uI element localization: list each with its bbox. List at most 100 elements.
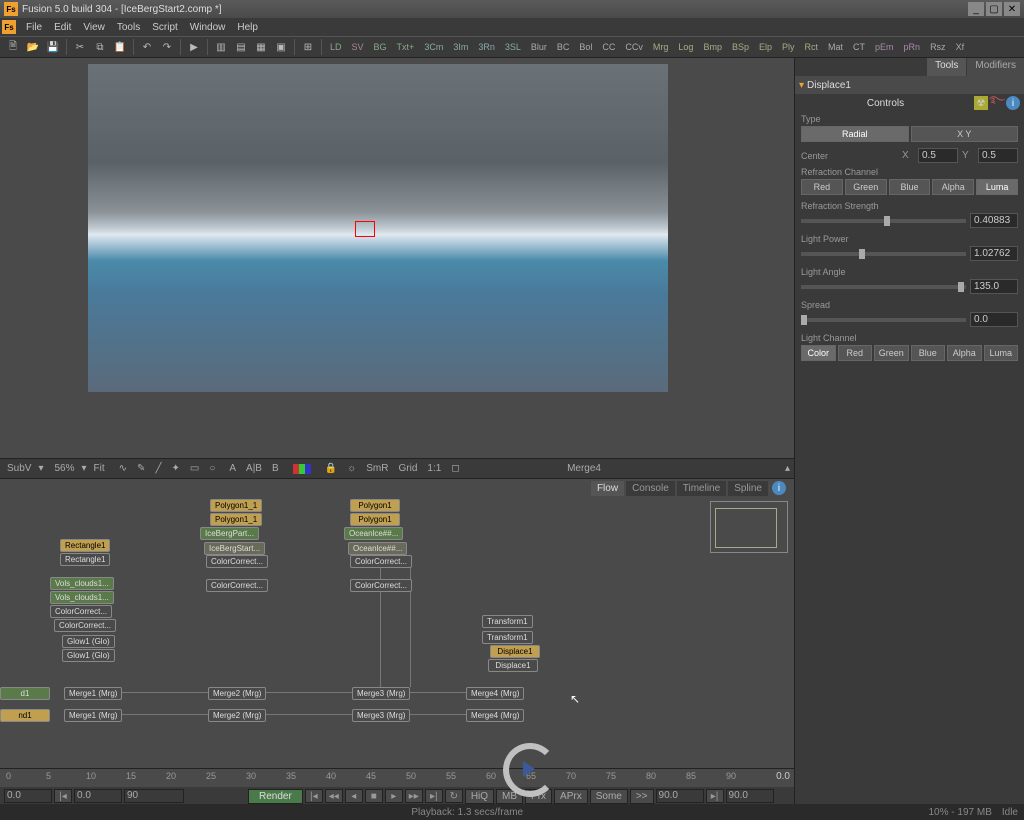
render-preview[interactable] — [88, 64, 668, 392]
flow-node[interactable]: Polygon1 — [350, 513, 400, 526]
type-xy-button[interactable]: X Y — [911, 126, 1019, 142]
light-angle-slider[interactable] — [801, 285, 966, 289]
lightchan-green[interactable]: Green — [874, 345, 909, 361]
spread-slider[interactable] — [801, 318, 966, 322]
menu-view[interactable]: View — [77, 22, 111, 33]
next-key-icon[interactable]: ▸| — [706, 789, 724, 803]
hiq-button[interactable]: HiQ — [465, 789, 494, 804]
tab-spline[interactable]: Spline — [728, 481, 768, 496]
play-fwd-icon[interactable]: ▸ — [385, 789, 403, 803]
line-icon[interactable]: ╱ — [152, 463, 164, 474]
app-menu-icon[interactable]: Fs — [2, 20, 16, 34]
tool-ld[interactable]: LD — [326, 42, 346, 52]
a-button[interactable]: A — [226, 463, 239, 474]
save-icon[interactable]: 💾 — [44, 38, 62, 56]
info-tab-icon[interactable]: i — [1006, 96, 1020, 110]
menu-script[interactable]: Script — [146, 22, 184, 33]
layout1-icon[interactable]: ▥ — [212, 38, 230, 56]
zoom-arrow-icon[interactable]: ▾ — [82, 463, 87, 474]
lightchan-red[interactable]: Red — [838, 345, 873, 361]
controls-tab[interactable]: Controls — [799, 98, 972, 109]
time-ruler[interactable]: 0510152025303540455055606570758085900.0 — [0, 769, 794, 787]
circle-icon[interactable]: ○ — [206, 463, 218, 474]
tab-modifiers[interactable]: Modifiers — [967, 58, 1024, 76]
rect-icon[interactable]: ▭ — [187, 463, 202, 474]
flow-canvas[interactable]: ✋ ↖ Polygon1_1Polygon1_1IceBergPart...Ic… — [0, 497, 794, 768]
flow-node[interactable]: ColorCorrect... — [350, 579, 412, 592]
flow-node[interactable]: IceBergPart... — [200, 527, 259, 540]
layout4-icon[interactable]: ▣ — [272, 38, 290, 56]
flow-node[interactable]: Displace1 — [488, 659, 538, 672]
menu-help[interactable]: Help — [231, 22, 264, 33]
refraction-strength-field[interactable]: 0.40883 — [970, 213, 1018, 228]
tool-cc[interactable]: CC — [598, 42, 619, 52]
current-frame-field[interactable]: 0.0 — [74, 789, 122, 803]
flow-node[interactable]: Glow1 (Glo) — [62, 649, 115, 662]
tab-flow[interactable]: Flow — [591, 481, 624, 496]
last-frame-icon[interactable]: ▸| — [425, 789, 443, 803]
flow-node[interactable]: ColorCorrect... — [206, 555, 268, 568]
lightchan-alpha[interactable]: Alpha — [947, 345, 982, 361]
center-y-field[interactable]: 0.5 — [978, 148, 1018, 163]
lock-icon[interactable]: 🔒 — [322, 463, 340, 474]
view-menu-icon[interactable]: ▴ — [785, 463, 790, 474]
flow-node[interactable]: IceBergStart... — [204, 542, 265, 555]
tool-blur[interactable]: Blur — [527, 42, 551, 52]
stop-icon[interactable]: ■ — [365, 789, 383, 803]
tool-bc[interactable]: BC — [553, 42, 574, 52]
tool-3cm[interactable]: 3Cm — [420, 42, 447, 52]
collapse-icon[interactable]: ▾ — [799, 80, 804, 91]
lightchan-blue[interactable]: Blue — [911, 345, 946, 361]
aprx-button[interactable]: APrx — [554, 789, 588, 804]
light-power-field[interactable]: 1.02762 — [970, 246, 1018, 261]
tool-bsp[interactable]: BSp — [728, 42, 753, 52]
ab-button[interactable]: A|B — [243, 463, 265, 474]
tool-prn[interactable]: pRn — [900, 42, 925, 52]
script-icon[interactable]: ▶ — [185, 38, 203, 56]
refraction-strength-slider[interactable] — [801, 219, 966, 223]
flow-node[interactable]: Merge4 (Mrg) — [466, 687, 524, 700]
subview-toggle[interactable]: SubV — [4, 463, 34, 474]
refchan-alpha[interactable]: Alpha — [932, 179, 974, 195]
tool-mrg[interactable]: Mrg — [649, 42, 673, 52]
mb-button[interactable]: MB — [496, 789, 523, 804]
prev-key-icon[interactable]: |◂ — [54, 789, 72, 803]
ruler-end-field[interactable]: 0.0 — [776, 771, 790, 782]
radiation-icon[interactable]: ☢ — [974, 96, 988, 110]
tab-timeline[interactable]: Timeline — [677, 481, 726, 496]
menu-edit[interactable]: Edit — [48, 22, 77, 33]
sq-icon[interactable]: ◻ — [448, 463, 462, 474]
flow-node[interactable]: Vols_clouds1... — [50, 577, 114, 590]
tool-bg[interactable]: BG — [370, 42, 391, 52]
flow-node[interactable]: Oceanlce##... — [348, 542, 407, 555]
flow-node[interactable]: Merge2 (Mrg) — [208, 709, 266, 722]
step-fwd-icon[interactable]: ▸▸ — [405, 789, 423, 803]
refchan-blue[interactable]: Blue — [889, 179, 931, 195]
tool-ccv[interactable]: CCv — [621, 42, 647, 52]
info-icon[interactable]: i — [772, 481, 786, 495]
redo-icon[interactable]: ↷ — [158, 38, 176, 56]
refchan-red[interactable]: Red — [801, 179, 843, 195]
close-button[interactable]: ✕ — [1004, 2, 1020, 16]
minimize-button[interactable]: _ — [968, 2, 984, 16]
flow-node[interactable]: Merge1 (Mrg) — [64, 709, 122, 722]
light-angle-field[interactable]: 135.0 — [970, 279, 1018, 294]
flow-node[interactable]: ColorCorrect... — [50, 605, 112, 618]
smr-button[interactable]: SmR — [363, 463, 391, 474]
end-frame-field[interactable]: 90 — [124, 789, 184, 803]
refchan-luma[interactable]: Luma — [976, 179, 1018, 195]
tool-3im[interactable]: 3Im — [449, 42, 472, 52]
render-button[interactable]: Render — [248, 789, 303, 804]
flow-node[interactable]: Merge1 (Mrg) — [64, 687, 122, 700]
lightchan-luma[interactable]: Luma — [984, 345, 1019, 361]
flow-node[interactable]: ColorCorrect... — [206, 579, 268, 592]
tool-rct[interactable]: Rct — [801, 42, 823, 52]
sun-icon[interactable]: ☼ — [344, 463, 359, 474]
flow-node[interactable]: Rectangle1 — [60, 553, 110, 566]
flow-node[interactable]: ColorCorrect... — [54, 619, 116, 632]
center-x-field[interactable]: 0.5 — [918, 148, 958, 163]
open-icon[interactable]: 📂 — [24, 38, 42, 56]
paste-icon[interactable]: 📋 — [111, 38, 129, 56]
range-a-field[interactable]: 90.0 — [656, 789, 704, 803]
cut-icon[interactable]: ✂ — [71, 38, 89, 56]
